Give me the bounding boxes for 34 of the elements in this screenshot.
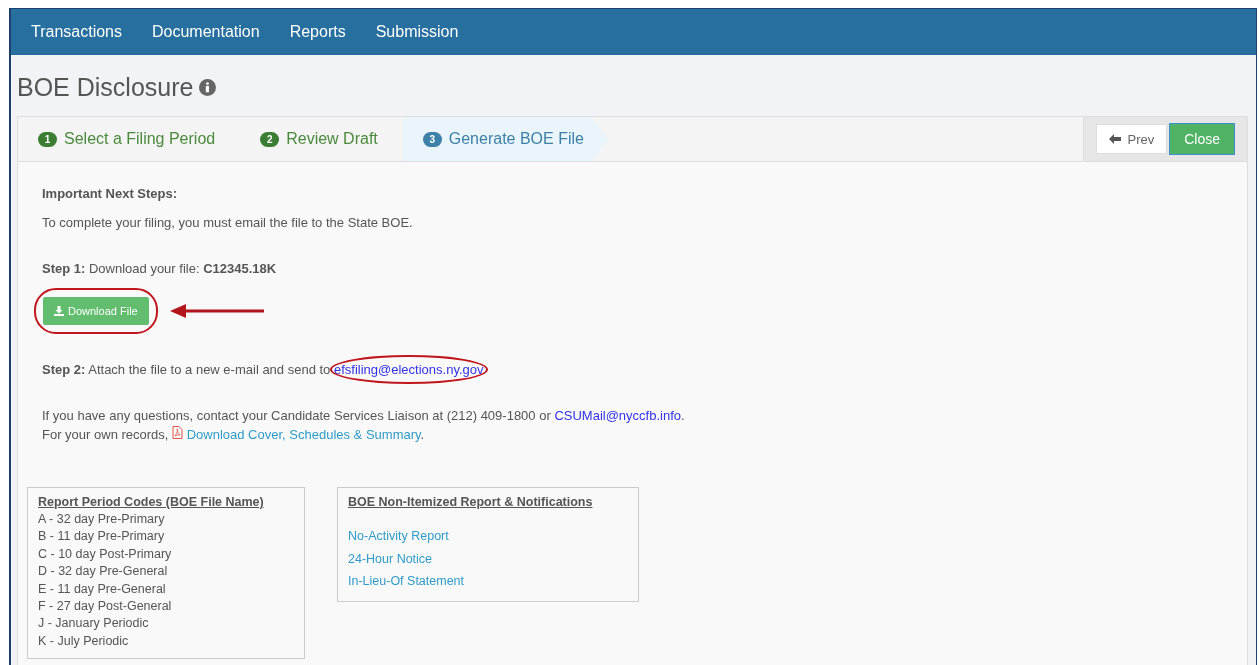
email-link[interactable]: efsfiling@elections.ny.gov: [333, 362, 484, 377]
code-item: F - 27 day Post-General: [38, 598, 173, 616]
panel-title: BOE Non-Itemized Report & Notifications: [348, 495, 594, 509]
arrow-left-icon: [1109, 134, 1122, 144]
code-item: D - 32 day Pre-General: [38, 563, 169, 581]
pdf-icon: [172, 426, 184, 439]
download-link[interactable]: Download Cover, Schedules & Summary: [186, 427, 421, 442]
section-heading: Important Next Steps:: [42, 186, 179, 201]
nav-link[interactable]: Transactions: [31, 23, 137, 41]
nav-link[interactable]: Documentation: [152, 23, 275, 41]
code-item: B - 11 day Pre-Primary: [38, 528, 166, 546]
email-link[interactable]: CSUMail@nyccfb.info: [554, 408, 681, 423]
page-title: BOE Disclosure: [17, 73, 194, 102]
code-item: J - January Periodic: [38, 615, 150, 633]
code-item: E - 11 day Pre-General: [38, 580, 167, 598]
instruction-text: To complete your filing, you must email the file to the State BOE.: [42, 214, 414, 232]
report-link[interactable]: 24-Hour Notice: [348, 547, 628, 570]
code-item: K - July Periodic: [38, 632, 130, 650]
info-icon[interactable]: [199, 79, 217, 96]
wizard-step[interactable]: 3 Generate BOE File: [402, 117, 608, 161]
report-link[interactable]: No-Activity Report: [348, 525, 628, 548]
report-link[interactable]: In-Lieu-Of Statement: [348, 570, 628, 593]
code-item: C - 10 day Post-Primary: [38, 545, 173, 563]
code-item: A - 32 day Pre-Primary: [38, 511, 166, 528]
records-text: For your own records, Download Cover, Schedules & Summary.: [42, 425, 426, 444]
step-text: Step 1: Download your file: C12345.18K: [42, 260, 278, 278]
prev-button[interactable]: Prev: [1096, 124, 1168, 154]
step-text: Step 2: Attach the file to a new e-mail and send to efsfiling@elections.ny.gov: [42, 360, 1223, 379]
nav-link[interactable]: Reports: [289, 23, 361, 41]
contact-text: If you have any questions, contact your Candidate Services Liaison at (212) 409-1800 or CSUMail@nyccfb.info.: [42, 407, 686, 425]
panel-title: Report Period Codes (BOE File Name): [38, 495, 265, 509]
nav-link[interactable]: Submission: [375, 23, 474, 41]
close-button[interactable]: Close: [1169, 123, 1235, 155]
download-icon: [54, 306, 64, 316]
